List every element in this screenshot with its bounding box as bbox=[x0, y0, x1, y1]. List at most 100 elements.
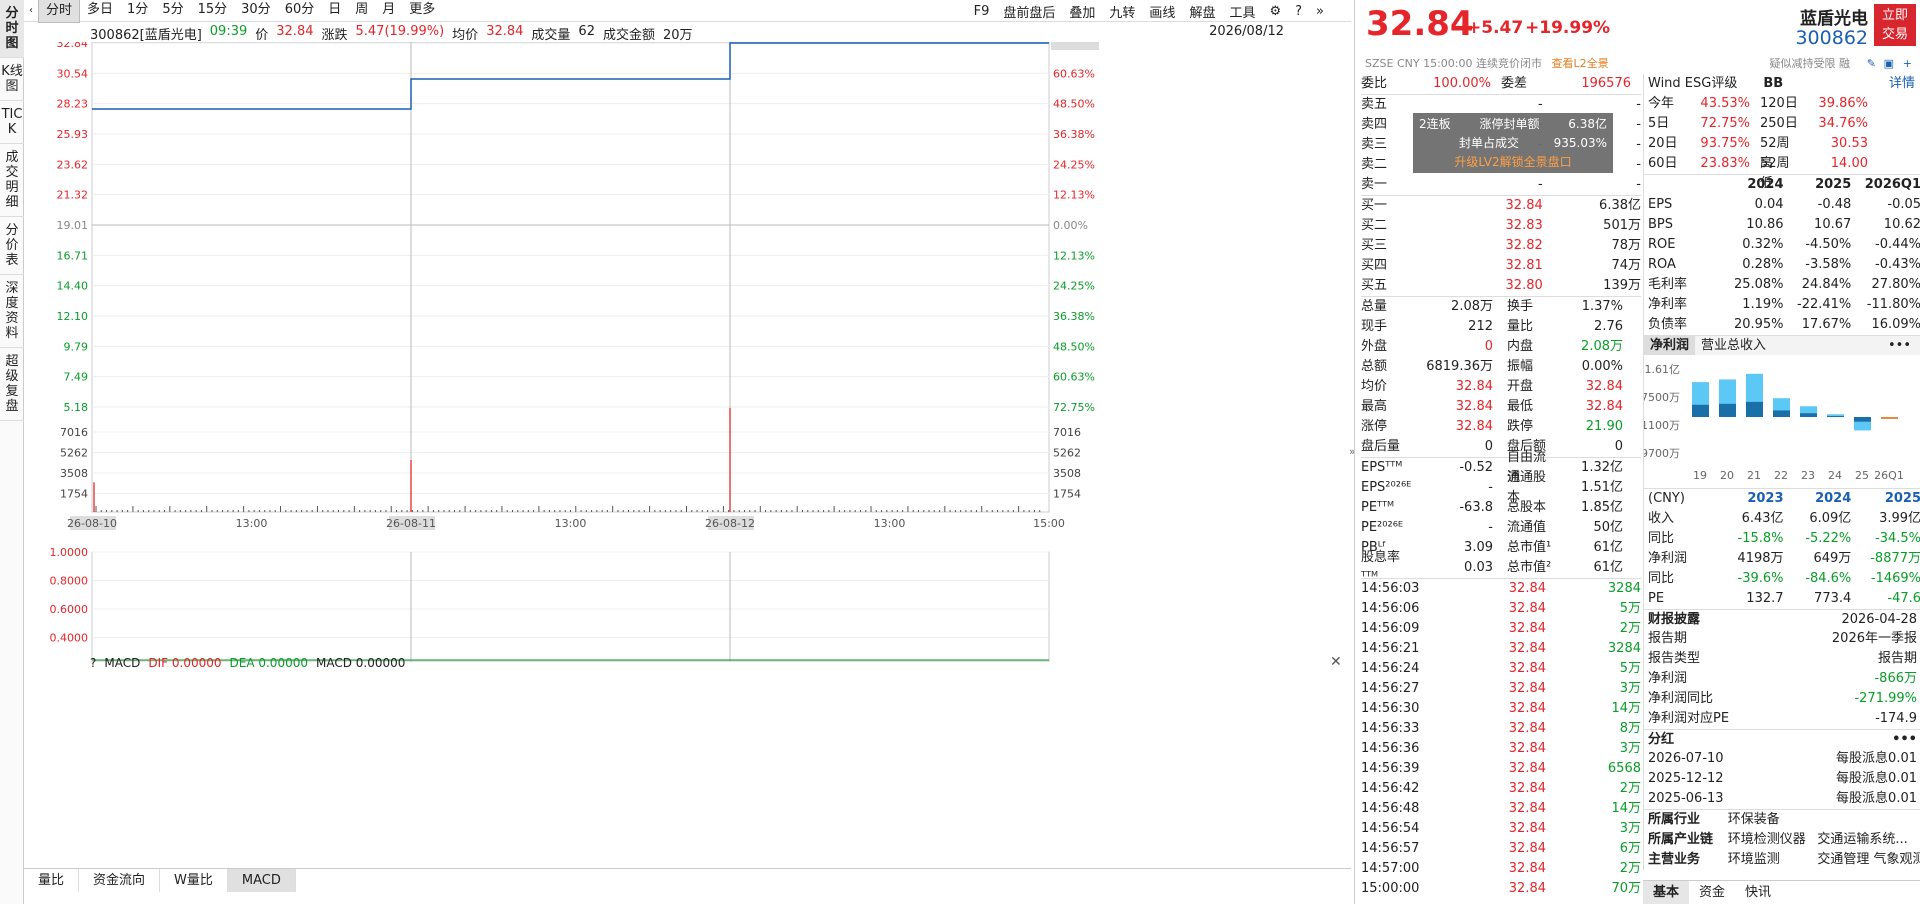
period-tab-9[interactable]: 月 bbox=[375, 0, 402, 23]
limit-up-overlay: 2连板 涨停封单额 6.38亿 封单占成交 935.03% 升级LV2解锁全景盘口 bbox=[1413, 113, 1613, 173]
indicator-tab-0[interactable]: 量比 bbox=[24, 869, 80, 892]
indicator-tab-3[interactable]: MACD bbox=[227, 869, 296, 892]
period-tab-2[interactable]: 1分 bbox=[120, 0, 155, 23]
industry-value-2[interactable]: 交通管理 气象观测 bbox=[1817, 850, 1920, 870]
buy-level: 买四 32.81 74万 bbox=[1361, 256, 1641, 276]
profile-tab-2[interactable]: 快讯 bbox=[1735, 881, 1781, 904]
quote-panel: 32.84 +5.47 +19.99% 蓝盾光电 300862 立即 交易 SZS… bbox=[1354, 0, 1920, 904]
period-tab-10[interactable]: 更多 bbox=[402, 0, 442, 23]
intraday-chart[interactable]: 32.84 72.75% 30.54 60.63% 28.23 48.50% 25.93 36… bbox=[24, 42, 1351, 662]
rail-item-3[interactable]: 成交明细 bbox=[0, 144, 24, 217]
stats-table: 总量 2.08万 换手 1.37% 现手 212 量比 2.76 外盘 0 内盘 2.08万 总额 681… bbox=[1361, 296, 1641, 457]
period-tab-5[interactable]: 30分 bbox=[234, 0, 278, 23]
stats-cell: 开盘 bbox=[1507, 379, 1534, 394]
pencil-icon[interactable]: ✎ bbox=[1867, 56, 1876, 72]
fin-cell: 0.04 bbox=[1754, 197, 1784, 212]
upgrade-lv2-link[interactable]: 升级LV2解锁全景盘口 bbox=[1419, 153, 1607, 172]
tool-button-6[interactable]: 工具 bbox=[1222, 2, 1262, 21]
annual-cell: 4198万 bbox=[1737, 551, 1784, 566]
annual-cell: 3.99亿 bbox=[1879, 511, 1920, 526]
period-tab-0[interactable]: 分时 bbox=[38, 0, 81, 23]
rail-item-5[interactable]: 深度资料 bbox=[0, 275, 24, 348]
vol-tick-label: 3508 bbox=[60, 467, 88, 480]
returns-row: 5日 72.75% 250日 34.76% bbox=[1644, 114, 1920, 134]
tool-button-5[interactable]: 解盘 bbox=[1182, 2, 1222, 21]
stock-code-right: 300862 bbox=[1795, 27, 1868, 49]
seal-amount-label: 涨停封单额 bbox=[1479, 117, 1540, 131]
annual-head-cell: 2023 bbox=[1747, 491, 1784, 506]
profit-bar-q bbox=[1800, 413, 1817, 417]
tab-net-profit[interactable]: 净利润 bbox=[1644, 336, 1696, 355]
rail-item-2[interactable]: TICK bbox=[0, 101, 24, 144]
amt-value: 20万 bbox=[662, 28, 693, 43]
buy-level: 买三 32.82 78万 bbox=[1361, 236, 1641, 256]
fund-cell: 总市值² bbox=[1507, 560, 1552, 575]
tick-price: 32.84 bbox=[1508, 801, 1546, 816]
bar-y-label: -9700万 bbox=[1644, 447, 1680, 460]
period-tab-4[interactable]: 15分 bbox=[191, 0, 235, 23]
help-icon[interactable]: ? bbox=[90, 656, 96, 670]
restriction-note: 疑似减持受限 融 bbox=[1769, 57, 1851, 70]
fin-cell: 27.80% bbox=[1871, 277, 1920, 292]
industry-value[interactable]: 环保装备 bbox=[1728, 810, 1818, 830]
annual-cell: -47.6 bbox=[1887, 591, 1920, 606]
window-icon[interactable]: ▣ bbox=[1884, 56, 1894, 72]
indicator-tab-2[interactable]: W量比 bbox=[160, 869, 228, 892]
tick-row: 14:56:24 32.84 5万 bbox=[1361, 659, 1641, 679]
tab-revenue[interactable]: 营业总收入 bbox=[1695, 336, 1772, 355]
close-macd-icon[interactable]: ✕ bbox=[1330, 654, 1342, 670]
industry-value-2[interactable]: 交通运输系统... bbox=[1817, 830, 1920, 850]
tool-button-3[interactable]: 九转 bbox=[1102, 2, 1142, 21]
profit-bar-chart: 1.61亿 7500万 -1100万 -9700万 19 20 21 22 23 24 25 26Q1 bbox=[1637, 363, 1904, 482]
fund-cell: 61亿 bbox=[1593, 560, 1623, 575]
fund-row: 股息率ᵀᵀᴹ 0.03 总市值² 61亿 bbox=[1361, 550, 1641, 585]
period-tab-1[interactable]: 多日 bbox=[80, 0, 120, 23]
report-key: 报告类型 bbox=[1648, 651, 1701, 666]
indicator-tab-1[interactable]: 资金流向 bbox=[79, 869, 161, 892]
collapse-icon[interactable]: » bbox=[1309, 4, 1331, 19]
y-right-tick-label: 24.25% bbox=[1053, 158, 1095, 171]
level-price: - bbox=[1538, 177, 1543, 192]
period-tab-8[interactable]: 周 bbox=[348, 0, 375, 23]
more-icon[interactable]: ••• bbox=[1892, 730, 1920, 749]
period-tab-3[interactable]: 5分 bbox=[155, 0, 190, 23]
trade-btn-line2: 交易 bbox=[1881, 27, 1908, 42]
annual-cell: -15.8% bbox=[1737, 531, 1784, 546]
y-tick-label: 25.93 bbox=[57, 128, 89, 141]
more-icon[interactable]: ••• bbox=[1882, 336, 1917, 356]
industry-value[interactable]: 环境检测仪器 bbox=[1728, 830, 1818, 850]
industry-value-2[interactable] bbox=[1817, 810, 1920, 830]
bar-x-label: 21 bbox=[1747, 469, 1761, 482]
fund-row: PEᵀᵀᴹ -63.8 总股本 1.85亿 bbox=[1361, 498, 1641, 518]
period-tab-7[interactable]: 日 bbox=[321, 0, 348, 23]
info-date: 2026/08/12 bbox=[1209, 24, 1284, 39]
dif-label: DIF bbox=[148, 656, 169, 670]
profile-tab-1[interactable]: 资金 bbox=[1689, 881, 1735, 904]
level-name: 买一 bbox=[1361, 198, 1388, 213]
fin-head: 2024 2025 2026Q1 bbox=[1644, 175, 1920, 195]
esg-rating: BB bbox=[1763, 76, 1784, 91]
tool-button-4[interactable]: 画线 bbox=[1142, 2, 1182, 21]
period-tab-6[interactable]: 60分 bbox=[278, 0, 322, 23]
tool-button-0[interactable]: F9 bbox=[967, 4, 997, 19]
fin-cell: 10.62 bbox=[1883, 217, 1920, 232]
profile-tab-0[interactable]: 基本 bbox=[1643, 881, 1690, 904]
rail-item-6[interactable]: 超级复盘 bbox=[0, 348, 24, 421]
plus-icon[interactable]: + bbox=[1903, 56, 1912, 72]
level-volume: 74万 bbox=[1611, 258, 1641, 273]
trade-button[interactable]: 立即 交易 bbox=[1874, 4, 1916, 46]
settings-icon[interactable]: ⚙ bbox=[1262, 4, 1288, 19]
rail-item-1[interactable]: K线图 bbox=[0, 58, 24, 101]
help-circle-icon[interactable]: ? bbox=[1288, 4, 1309, 19]
tool-button-1[interactable]: 盘前盘后 bbox=[996, 2, 1062, 21]
rail-item-4[interactable]: 分价表 bbox=[0, 217, 24, 275]
collapse-left-icon[interactable]: ‹ bbox=[24, 5, 38, 16]
y-tick-label: 23.62 bbox=[57, 158, 89, 171]
industry-value[interactable]: 环境监测 bbox=[1728, 850, 1818, 870]
tool-button-2[interactable]: 叠加 bbox=[1062, 2, 1102, 21]
l2-link[interactable]: 查看L2全景 bbox=[1551, 57, 1608, 70]
rail-item-0[interactable]: 分时图 bbox=[0, 0, 24, 58]
esg-detail-link[interactable]: 详情 bbox=[1889, 74, 1920, 94]
stats-cell: 总量 bbox=[1361, 299, 1388, 314]
stats-cell: 盘后量 bbox=[1361, 439, 1401, 454]
